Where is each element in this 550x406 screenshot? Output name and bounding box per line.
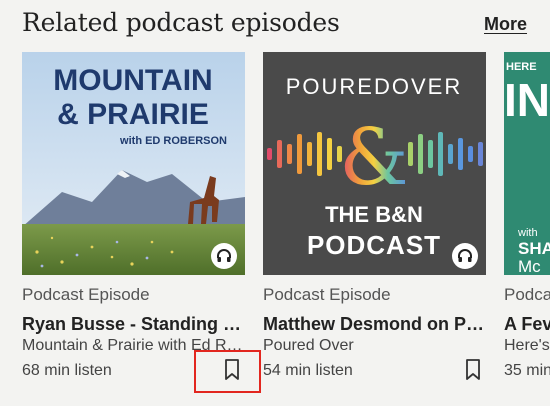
episode-artwork[interactable]: MOUNTAIN & PRAIRIE with ED ROBERSON bbox=[22, 52, 245, 275]
episode-title[interactable]: Ryan Busse - Standing Hi… bbox=[22, 314, 245, 335]
cover-line5: Mc bbox=[518, 257, 541, 275]
cover-title-line1: THE B&N bbox=[325, 202, 423, 227]
bookmark-icon[interactable] bbox=[462, 358, 484, 382]
episode-type-label: Podcast Episode bbox=[22, 285, 150, 304]
cover-line4: SHA bbox=[518, 239, 550, 258]
listen-duration: 35 min bbox=[504, 362, 550, 379]
cover-brand: POUREDOVER bbox=[286, 74, 462, 99]
cover-title-line2: PODCAST bbox=[307, 230, 441, 260]
headphones-icon bbox=[452, 243, 478, 269]
episode-artwork[interactable]: POUREDOVER & THE B&N PODCAST bbox=[263, 52, 486, 275]
episode-card[interactable]: POUREDOVER & THE B&N PODCAST Podcast Epi… bbox=[263, 52, 486, 380]
mountain-prairie-cover: MOUNTAIN & PRAIRIE with ED ROBERSON bbox=[22, 52, 245, 275]
third-podcast-cover: HERE IN with SHA Mc bbox=[504, 52, 550, 275]
cover-title-line2: & PRAIRIE bbox=[57, 98, 209, 131]
episode-type-label: Podcast Episode bbox=[263, 285, 391, 304]
section-title: Related podcast episodes bbox=[22, 8, 340, 37]
cover-ampersand: & bbox=[339, 113, 408, 203]
episode-card[interactable]: HERE IN with SHA Mc Podcast Episode A Fe… bbox=[504, 52, 550, 392]
poured-over-cover: POUREDOVER & THE B&N PODCAST bbox=[263, 52, 486, 275]
listen-duration: 68 min listen bbox=[22, 362, 112, 379]
episode-card[interactable]: MOUNTAIN & PRAIRIE with ED ROBERSON Podc… bbox=[22, 52, 245, 380]
more-link[interactable]: More bbox=[484, 14, 527, 35]
show-name[interactable]: Poured Over bbox=[263, 337, 486, 355]
cover-host-line: with ED ROBERSON bbox=[119, 135, 227, 147]
episode-type-label: Podcast Episode bbox=[504, 285, 550, 304]
cover-line1: HERE bbox=[506, 61, 537, 73]
listen-duration: 54 min listen bbox=[263, 362, 353, 379]
bookmark-icon[interactable] bbox=[221, 358, 243, 382]
show-name[interactable]: Here's bbox=[504, 337, 550, 355]
episode-artwork[interactable]: HERE IN with SHA Mc bbox=[504, 52, 550, 275]
episode-title[interactable]: Matthew Desmond on P… bbox=[263, 314, 486, 335]
show-name[interactable]: Mountain & Prairie with Ed R… bbox=[22, 337, 245, 355]
cover-line3: with bbox=[517, 227, 538, 239]
cover-title-line1: MOUNTAIN bbox=[53, 64, 212, 97]
cover-line2: IN bbox=[504, 74, 550, 126]
episode-title[interactable]: A Fev bbox=[504, 314, 550, 335]
headphones-icon bbox=[211, 243, 237, 269]
